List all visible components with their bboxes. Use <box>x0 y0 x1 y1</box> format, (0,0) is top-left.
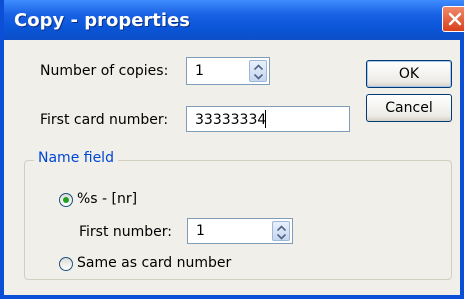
close-icon <box>448 12 462 26</box>
radio-same-as-card-label[interactable]: Same as card number <box>77 255 231 271</box>
ok-button[interactable]: OK <box>366 60 452 88</box>
ok-button-label: OK <box>398 66 420 82</box>
copies-value[interactable]: 1 <box>195 63 204 79</box>
copies-spin-up[interactable] <box>250 61 266 71</box>
dialog-window: Copy - properties Number of copies: 1 Fi… <box>0 0 464 299</box>
cancel-button[interactable]: Cancel <box>366 94 452 122</box>
radio-pattern[interactable] <box>59 193 73 207</box>
arrow-down-icon <box>277 234 286 240</box>
first-number-stepper[interactable]: 1 <box>187 218 293 244</box>
copies-label: Number of copies: <box>40 63 169 79</box>
copies-spin-down[interactable] <box>250 71 266 81</box>
text-caret <box>265 110 266 128</box>
first-number-value[interactable]: 1 <box>196 223 205 239</box>
first-card-value: 33333334 <box>195 112 267 128</box>
first-number-label: First number: <box>79 224 173 240</box>
dialog-title: Copy - properties <box>14 10 190 31</box>
copies-spin-buttons <box>249 60 267 82</box>
copies-stepper[interactable]: 1 <box>186 57 270 85</box>
arrow-down-icon <box>254 74 263 80</box>
first-number-spin-down[interactable] <box>273 231 289 240</box>
radio-pattern-label[interactable]: %s - [nr] <box>77 191 137 207</box>
first-number-spin-buttons <box>272 221 290 241</box>
radio-selected-dot <box>63 197 69 203</box>
titlebar[interactable]: Copy - properties <box>4 0 464 40</box>
first-card-label: First card number: <box>40 112 169 128</box>
radio-same-as-card[interactable] <box>59 257 73 271</box>
arrow-up-icon <box>254 64 263 70</box>
first-number-spin-up[interactable] <box>273 222 289 231</box>
close-button[interactable] <box>442 6 464 32</box>
cancel-button-label: Cancel <box>385 100 433 116</box>
first-card-input[interactable]: 33333334 <box>186 106 350 132</box>
name-field-title: Name field <box>34 150 118 166</box>
